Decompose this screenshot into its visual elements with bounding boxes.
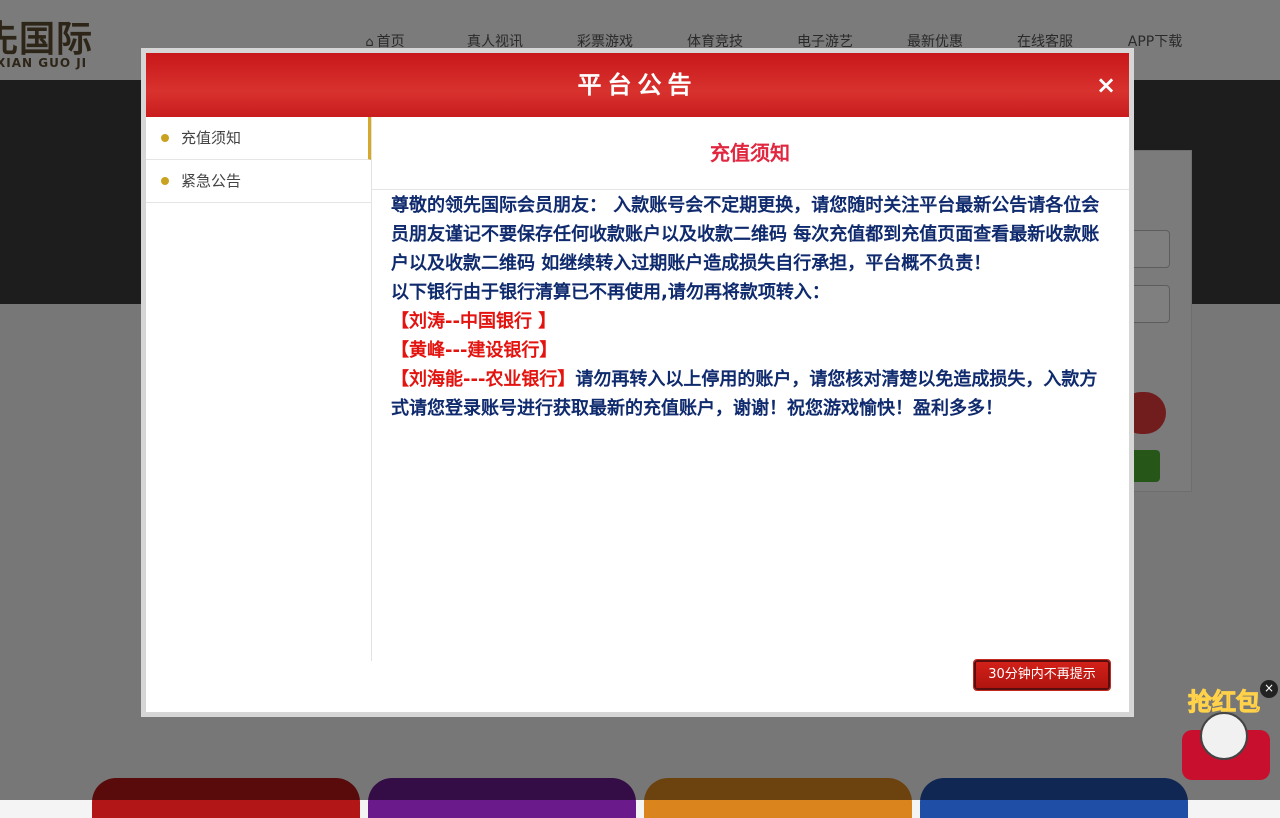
notice-paragraph: 以下银行由于银行清算已不再使用,请勿再将款项转入：: [391, 282, 830, 303]
sidebar-item-urgent-notice[interactable]: 紧急公告: [146, 160, 371, 203]
red-packet-label[interactable]: 抢红包: [1188, 682, 1261, 717]
notice-paragraph: 尊敬的领先国际会员朋友： 入款账号会不定期更换，请您随时关注平台最新公告请各位会…: [391, 195, 1100, 274]
content-title: 充值须知: [371, 117, 1129, 190]
announcement-content: 充值须知 尊敬的领先国际会员朋友： 入款账号会不定期更换，请您随时关注平台最新公…: [371, 117, 1129, 657]
dismiss-30min-button[interactable]: 30分钟内不再提示: [973, 659, 1111, 691]
close-icon[interactable]: ×: [1092, 69, 1120, 101]
modal-header: 平台公告 ×: [146, 53, 1129, 117]
sidebar-item-recharge-notice[interactable]: 充值须知: [146, 117, 371, 160]
disabled-bank-account: 【刘涛--中国银行 】: [391, 311, 557, 332]
modal-title: 平台公告: [577, 71, 698, 99]
announcement-modal: 平台公告 × 充值须知 紧急公告 充值须知 尊敬的领先国际会员朋友： 入款账号会…: [141, 48, 1134, 717]
content-body: 尊敬的领先国际会员朋友： 入款账号会不定期更换，请您随时关注平台最新公告请各位会…: [391, 191, 1103, 423]
sidebar-item-label: 紧急公告: [181, 172, 242, 190]
disabled-bank-account: 【刘海能---农业银行】: [391, 369, 576, 390]
mascot-icon: [1200, 712, 1248, 760]
disabled-bank-account: 【黄峰---建设银行】: [391, 340, 558, 361]
bullet-icon: [161, 177, 169, 185]
close-icon[interactable]: ×: [1260, 680, 1278, 698]
sidebar-item-label: 充值须知: [181, 129, 242, 147]
announcement-sidebar: 充值须知 紧急公告: [146, 117, 372, 661]
bullet-icon: [161, 134, 169, 142]
